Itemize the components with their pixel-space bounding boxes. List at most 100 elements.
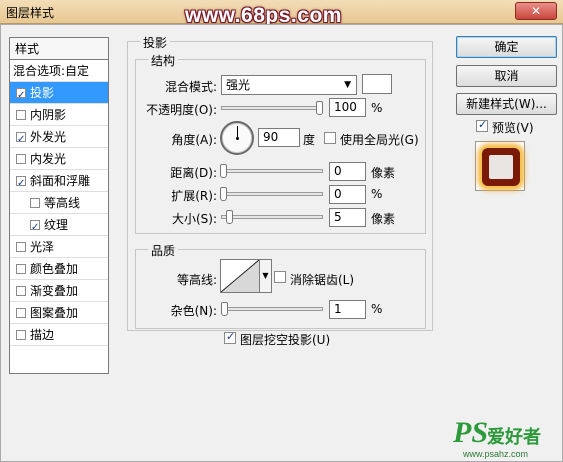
anti-alias-checkbox[interactable] bbox=[274, 271, 286, 283]
style-list-item[interactable]: 投影 bbox=[10, 82, 108, 107]
contour-label: 等高线: bbox=[176, 273, 217, 287]
style-list-item-label: 纹理 bbox=[44, 218, 69, 232]
chevron-down-icon: ▼ bbox=[344, 80, 351, 90]
size-unit: 像素 bbox=[371, 212, 396, 226]
opacity-slider-thumb[interactable] bbox=[316, 101, 323, 115]
style-list-item-label: 光泽 bbox=[30, 240, 55, 254]
noise-slider[interactable] bbox=[221, 302, 323, 316]
cancel-button[interactable]: 取消 bbox=[456, 65, 557, 87]
style-list-item-label: 混合选项:自定 bbox=[13, 64, 90, 78]
style-list-header[interactable]: 样式 bbox=[10, 38, 108, 60]
global-light-checkbox[interactable] bbox=[324, 132, 336, 144]
style-list-item-label: 外发光 bbox=[30, 130, 67, 144]
angle-unit: 度 bbox=[303, 133, 316, 147]
spread-slider[interactable] bbox=[220, 187, 323, 201]
style-list-item[interactable]: 渐变叠加 bbox=[10, 280, 108, 302]
size-slider[interactable] bbox=[221, 210, 323, 224]
style-list-item[interactable]: 混合选项:自定 bbox=[10, 60, 108, 82]
spread-input[interactable]: 0 bbox=[329, 185, 366, 204]
blend-mode-label: 混合模式: bbox=[164, 80, 217, 94]
layer-style-dialog: 样式 混合选项:自定投影内阴影外发光内发光斜面和浮雕等高线纹理光泽颜色叠加渐变叠… bbox=[0, 24, 563, 462]
style-list-item[interactable]: 图案叠加 bbox=[10, 302, 108, 324]
knockout-label[interactable]: 图层挖空投影(U) bbox=[240, 331, 330, 348]
opacity-input[interactable]: 100 bbox=[329, 98, 366, 117]
style-checkbox[interactable] bbox=[16, 154, 26, 164]
style-checkbox[interactable] bbox=[30, 198, 40, 208]
angle-input[interactable]: 90 bbox=[258, 128, 300, 147]
watermark-url: www.psahz.com bbox=[463, 449, 529, 459]
preview-tile-inner bbox=[489, 155, 513, 179]
style-list-item[interactable]: 颜色叠加 bbox=[10, 258, 108, 280]
opacity-unit: % bbox=[371, 101, 383, 115]
global-light-label[interactable]: 使用全局光(G) bbox=[340, 131, 419, 148]
size-slider-thumb[interactable] bbox=[226, 210, 233, 224]
structure-title: 结构 bbox=[148, 52, 179, 69]
noise-slider-thumb[interactable] bbox=[221, 302, 228, 316]
style-checkbox[interactable] bbox=[16, 110, 26, 120]
size-label: 大小(S): bbox=[171, 212, 217, 226]
spread-label: 扩展(R): bbox=[171, 189, 217, 203]
quality-title: 品质 bbox=[148, 242, 179, 259]
contour-dropdown[interactable]: ▼ bbox=[260, 259, 272, 293]
contour-picker[interactable] bbox=[220, 259, 260, 293]
drop-shadow-title: 投影 bbox=[140, 34, 171, 51]
size-input[interactable]: 5 bbox=[329, 208, 366, 227]
preview-tile bbox=[482, 148, 520, 186]
anti-alias-label[interactable]: 消除锯齿(L) bbox=[290, 271, 354, 288]
style-list-item-label: 图案叠加 bbox=[30, 306, 79, 320]
window-title: 图层样式 bbox=[6, 6, 55, 20]
watermark-cn: 爱好者 bbox=[487, 427, 541, 448]
preview-checkbox[interactable] bbox=[476, 118, 488, 132]
blend-mode-value: 强光 bbox=[226, 78, 251, 92]
distance-slider[interactable] bbox=[220, 164, 323, 178]
style-list-item[interactable]: 斜面和浮雕 bbox=[10, 170, 108, 195]
chevron-down-icon: ▼ bbox=[262, 271, 269, 280]
shadow-color-swatch[interactable] bbox=[362, 74, 392, 94]
style-list-item[interactable]: 内发光 bbox=[10, 148, 108, 170]
linear-contour-icon bbox=[220, 259, 260, 293]
style-list-item[interactable]: 等高线 bbox=[10, 192, 108, 214]
angle-dial[interactable] bbox=[220, 121, 254, 155]
knockout-checkbox[interactable] bbox=[224, 330, 236, 344]
watermark-brand: PS bbox=[453, 416, 489, 449]
distance-slider-thumb[interactable] bbox=[220, 164, 227, 178]
close-button[interactable]: ✕ bbox=[515, 2, 557, 20]
style-list-item-label: 内阴影 bbox=[30, 108, 67, 122]
new-style-button[interactable]: 新建样式(W)... bbox=[456, 93, 557, 115]
preview-label[interactable]: 预览(V) bbox=[492, 119, 534, 136]
blend-mode-select[interactable]: 强光 ▼ bbox=[221, 75, 357, 95]
angle-label: 角度(A): bbox=[171, 133, 217, 147]
noise-input[interactable]: 1 bbox=[329, 300, 366, 319]
style-list: 样式 混合选项:自定投影内阴影外发光内发光斜面和浮雕等高线纹理光泽颜色叠加渐变叠… bbox=[9, 37, 109, 374]
style-checkbox[interactable] bbox=[16, 286, 26, 296]
style-checkbox[interactable] bbox=[16, 173, 26, 195]
style-checkbox[interactable] bbox=[16, 129, 26, 151]
style-list-item-label: 渐变叠加 bbox=[30, 284, 79, 298]
style-list-item-label: 投影 bbox=[30, 86, 55, 100]
distance-label: 距离(D): bbox=[170, 166, 217, 180]
style-checkbox[interactable] bbox=[16, 264, 26, 274]
style-checkbox[interactable] bbox=[16, 330, 26, 340]
spread-slider-thumb[interactable] bbox=[220, 187, 227, 201]
style-list-item-label: 描边 bbox=[30, 328, 55, 342]
style-checkbox[interactable] bbox=[16, 242, 26, 252]
style-list-item[interactable]: 内阴影 bbox=[10, 104, 108, 126]
style-list-item-label: 颜色叠加 bbox=[30, 262, 79, 276]
style-checkbox[interactable] bbox=[30, 217, 40, 239]
style-list-item[interactable]: 描边 bbox=[10, 324, 108, 346]
style-list-item[interactable]: 外发光 bbox=[10, 126, 108, 151]
spread-unit: % bbox=[371, 187, 383, 201]
style-checkbox[interactable] bbox=[16, 85, 26, 107]
distance-unit: 像素 bbox=[371, 166, 396, 180]
watermark-bottom: PS 爱好者 www.psahz.com bbox=[453, 416, 563, 462]
style-list-item[interactable]: 光泽 bbox=[10, 236, 108, 258]
style-list-item-label: 斜面和浮雕 bbox=[30, 174, 91, 188]
noise-label: 杂色(N): bbox=[170, 304, 217, 318]
style-preview-thumbnail bbox=[475, 141, 525, 191]
style-checkbox[interactable] bbox=[16, 308, 26, 318]
opacity-slider[interactable] bbox=[221, 101, 323, 115]
style-list-item[interactable]: 纹理 bbox=[10, 214, 108, 239]
style-list-item-label: 等高线 bbox=[44, 196, 81, 210]
distance-input[interactable]: 0 bbox=[329, 162, 366, 181]
ok-button[interactable]: 确定 bbox=[456, 36, 557, 58]
